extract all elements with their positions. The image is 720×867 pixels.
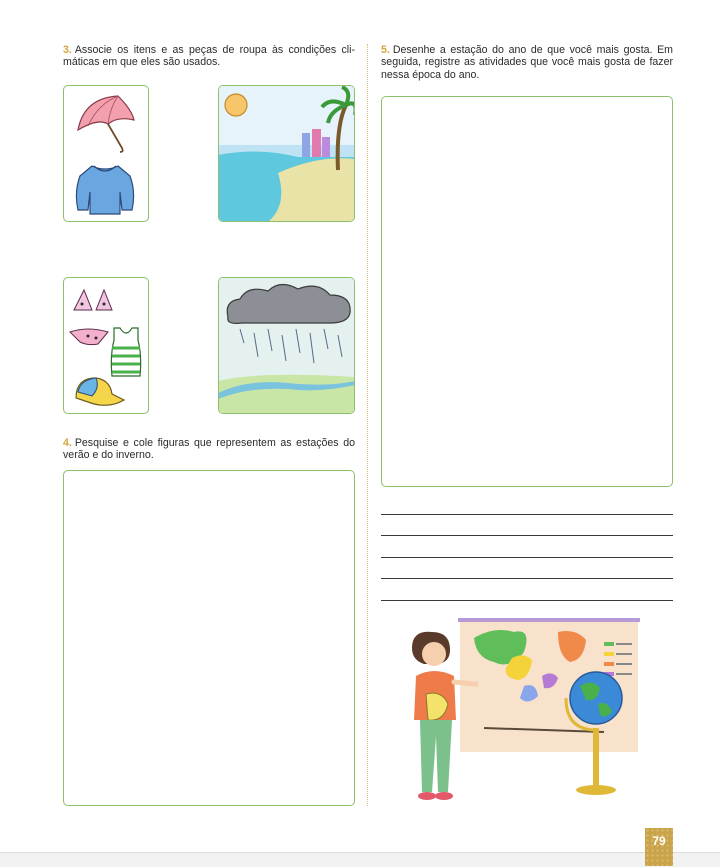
- page-number: 79: [652, 834, 666, 848]
- question-3-text: Associe os itens e as peças de roupa às …: [63, 44, 355, 69]
- question-4-text: Pesquise e cole figuras que representem …: [63, 437, 355, 462]
- drawing-area-box[interactable]: [381, 96, 673, 487]
- writing-line-5[interactable]: [381, 600, 673, 601]
- question-5: 5. Desenhe a estação do ano de que você m…: [381, 44, 673, 81]
- teacher-illustration: [412, 631, 478, 800]
- globe-icon: [564, 671, 623, 795]
- page-number-badge: 79: [645, 828, 673, 866]
- sweater-icon: [75, 165, 135, 215]
- writing-line-4[interactable]: [381, 578, 673, 579]
- items-box-hot[interactable]: [63, 277, 149, 414]
- paste-area-box[interactable]: [63, 470, 355, 806]
- writing-line-3[interactable]: [381, 557, 673, 558]
- question-3-number: 3.: [63, 44, 72, 56]
- rain-scene-box[interactable]: [218, 277, 355, 414]
- question-3: 3. Associe os itens e as peças de roupa à…: [63, 44, 355, 69]
- page-footer-strip: [0, 852, 720, 867]
- writing-line-2[interactable]: [381, 535, 673, 536]
- beach-illustration: [219, 86, 354, 221]
- tank-top-icon: [110, 327, 142, 377]
- writing-line-1[interactable]: [381, 514, 673, 515]
- rain-illustration: [219, 278, 354, 413]
- items-box-cold[interactable]: [63, 85, 149, 222]
- question-5-number: 5.: [381, 44, 390, 56]
- question-5-text: Desenhe a estação do ano de que você mai…: [381, 44, 673, 81]
- beach-scene-box[interactable]: [218, 85, 355, 222]
- question-4: 4. Pesquise e cole figuras que represente…: [63, 437, 355, 462]
- umbrella-icon: [77, 95, 135, 153]
- question-4-number: 4.: [63, 437, 72, 449]
- cap-icon: [75, 377, 126, 406]
- column-divider: [367, 44, 368, 806]
